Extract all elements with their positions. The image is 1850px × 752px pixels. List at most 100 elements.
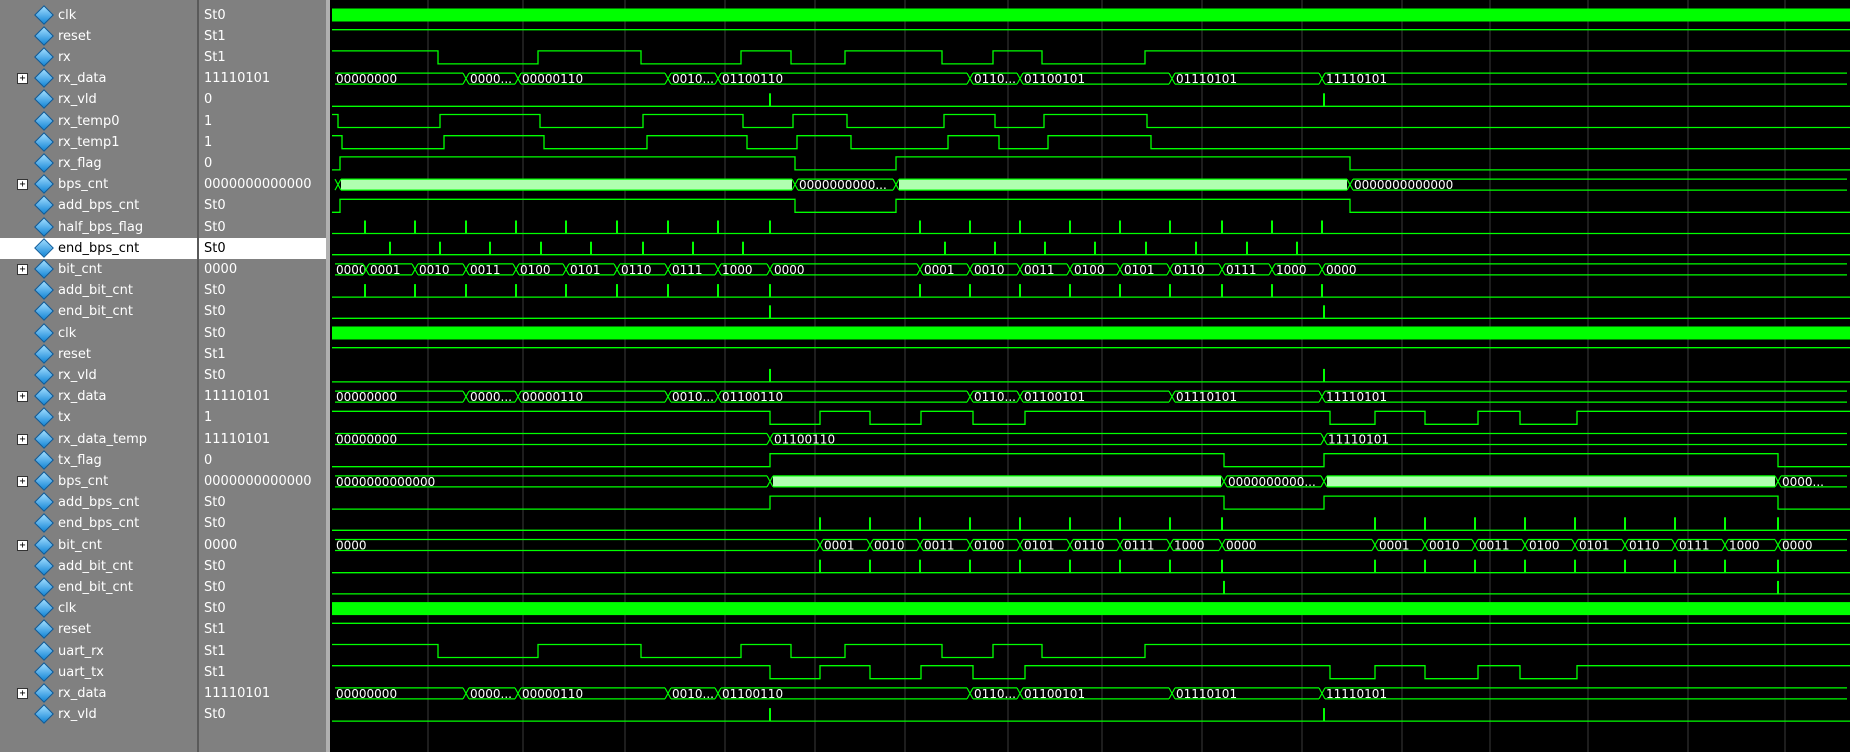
signal-diamond-icon bbox=[34, 598, 54, 618]
signal-row-tx-flag[interactable]: tx_flag bbox=[0, 449, 197, 471]
signal-value: 11110101 bbox=[204, 389, 271, 405]
bus-value-label: 0101 bbox=[1579, 539, 1610, 553]
signal-row-reset[interactable]: reset bbox=[0, 343, 197, 365]
bus-transition bbox=[1168, 390, 1176, 403]
bus-value-label: 01100110 bbox=[722, 687, 783, 701]
expand-icon[interactable]: + bbox=[17, 475, 28, 487]
signal-row-rx-temp0[interactable]: rx_temp0 bbox=[0, 110, 197, 132]
bus-transition bbox=[916, 539, 924, 551]
signal-row-rx-vld[interactable]: rx_vld bbox=[0, 89, 197, 110]
bus-transition bbox=[1371, 539, 1379, 551]
signal-diamond-icon bbox=[34, 555, 54, 576]
bus-value-label: 01100101 bbox=[1024, 72, 1085, 86]
bus-edge bbox=[773, 432, 1321, 446]
signal-name: rx_data bbox=[58, 389, 107, 405]
digital-wave bbox=[332, 410, 1850, 425]
signal-name-panel: clk reset rx + rx_data rx_vld rx_temp0 rx_temp1… bbox=[0, 0, 199, 752]
signal-row-rx-vld[interactable]: rx_vld bbox=[0, 364, 197, 386]
signal-row-uart-rx[interactable]: uart_rx bbox=[0, 640, 197, 662]
signal-value: 1 bbox=[204, 410, 213, 426]
signal-row-rx-vld[interactable]: rx_vld bbox=[0, 704, 197, 725]
signal-value: St0 bbox=[204, 283, 226, 299]
signal-row-bps-cnt[interactable]: + bps_cnt bbox=[0, 174, 197, 195]
digital-wave bbox=[332, 156, 1850, 171]
signal-row-clk[interactable]: clk bbox=[0, 322, 197, 344]
signal-value-row: 11110101 bbox=[199, 68, 326, 89]
signal-value-row: St0 bbox=[199, 217, 326, 238]
signal-row-rx-flag[interactable]: rx_flag bbox=[0, 152, 197, 174]
bus-transition bbox=[613, 263, 621, 276]
expand-icon[interactable]: + bbox=[17, 539, 28, 551]
signal-value: St1 bbox=[204, 346, 226, 362]
bus-value-label: 0010 bbox=[874, 539, 905, 553]
signal-row-clk[interactable]: clk bbox=[0, 598, 197, 619]
signal-row-add-bps-cnt[interactable]: add_bps_cnt bbox=[0, 492, 197, 513]
bus-value-label: 0111 bbox=[672, 263, 703, 277]
signal-row-uart-tx[interactable]: uart_tx bbox=[0, 661, 197, 683]
waveform-panel[interactable]: 00000000 0000... 00000110 0010... 01100110 01… bbox=[331, 0, 1850, 752]
bus-transition bbox=[1320, 475, 1328, 488]
signal-row-rx-data-temp[interactable]: + rx_data_temp bbox=[0, 428, 197, 450]
signal-row-add-bit-cnt[interactable]: add_bit_cnt bbox=[0, 280, 197, 301]
expand-icon[interactable]: + bbox=[17, 179, 28, 191]
signal-row-end-bps-cnt[interactable]: end_bps_cnt bbox=[0, 237, 197, 259]
signal-row-end-bit-cnt[interactable]: end_bit_cnt bbox=[0, 301, 197, 322]
signal-value: 1 bbox=[204, 113, 213, 129]
bus-value-label: 0100 bbox=[520, 263, 551, 277]
signal-row-rx-temp1[interactable]: rx_temp1 bbox=[0, 131, 197, 153]
bus-transition bbox=[1774, 475, 1782, 488]
bus-value-label: 0100 bbox=[1529, 539, 1560, 553]
clock-wave bbox=[332, 8, 1850, 22]
signal-diamond-icon bbox=[34, 237, 54, 258]
signal-row-rx-data[interactable]: + rx_data bbox=[0, 682, 197, 704]
signal-name: add_bps_cnt bbox=[58, 495, 140, 511]
signal-name: rx_data bbox=[58, 685, 107, 701]
expand-icon[interactable]: + bbox=[17, 433, 28, 445]
signal-row-reset[interactable]: reset bbox=[0, 25, 197, 47]
signal-row-tx[interactable]: tx bbox=[0, 407, 197, 428]
bus-value-label: 0000000000... bbox=[799, 178, 887, 192]
signal-name: rx_temp0 bbox=[58, 113, 120, 129]
signal-row-rx[interactable]: rx bbox=[0, 46, 197, 68]
bus-value-label: 00000110 bbox=[522, 72, 583, 86]
bus-transition bbox=[1016, 72, 1024, 85]
signal-row-end-bps-cnt[interactable]: end_bps_cnt bbox=[0, 513, 197, 534]
signal-row-add-bps-cnt[interactable]: add_bps_cnt bbox=[0, 195, 197, 216]
expand-icon[interactable]: + bbox=[17, 391, 28, 403]
bus-transition bbox=[664, 390, 672, 403]
signal-value-row: St0 bbox=[199, 280, 326, 301]
signal-value: St1 bbox=[204, 643, 226, 659]
expand-icon[interactable]: + bbox=[17, 73, 28, 85]
signal-row-rx-data[interactable]: + rx_data bbox=[0, 386, 197, 407]
signal-row-clk[interactable]: clk bbox=[0, 4, 197, 26]
bus-transition bbox=[966, 390, 974, 403]
signal-diamond-icon bbox=[34, 195, 54, 216]
signal-row-reset[interactable]: reset bbox=[0, 619, 197, 640]
bus-transition bbox=[1016, 687, 1024, 700]
signal-diamond-icon bbox=[34, 682, 54, 703]
clock-wave bbox=[332, 326, 1850, 340]
bus-value-label: 01100101 bbox=[1024, 390, 1085, 404]
bus-value-label: 1000 bbox=[1174, 539, 1205, 553]
signal-row-bps-cnt[interactable]: + bps_cnt bbox=[0, 470, 197, 492]
expand-icon[interactable]: + bbox=[17, 687, 28, 699]
expand-icon[interactable]: + bbox=[17, 263, 28, 275]
bus-value-label: 0110 bbox=[1174, 263, 1205, 277]
bus-transition bbox=[1471, 539, 1479, 551]
signal-value: 0000 bbox=[204, 261, 238, 277]
bus-transition bbox=[462, 263, 470, 276]
signal-row-bit-cnt[interactable]: + bit_cnt bbox=[0, 534, 197, 556]
signal-name: bps_cnt bbox=[58, 177, 109, 193]
signal-row-rx-data[interactable]: + rx_data bbox=[0, 68, 197, 89]
signal-value: 0000000000000 bbox=[204, 473, 312, 489]
signal-value: 1 bbox=[204, 134, 213, 150]
bus-value-label: 0000 bbox=[774, 263, 805, 277]
bus-transition bbox=[1220, 475, 1228, 488]
signal-row-add-bit-cnt[interactable]: add_bit_cnt bbox=[0, 555, 197, 577]
bus-fill bbox=[341, 179, 792, 191]
bus-transition bbox=[1016, 390, 1024, 403]
signal-row-end-bit-cnt[interactable]: end_bit_cnt bbox=[0, 576, 197, 598]
signal-row-bit-cnt[interactable]: + bit_cnt bbox=[0, 258, 197, 280]
signal-row-half-bps-flag[interactable]: half_bps_flag bbox=[0, 216, 197, 238]
signal-value-row: St1 bbox=[199, 619, 326, 640]
